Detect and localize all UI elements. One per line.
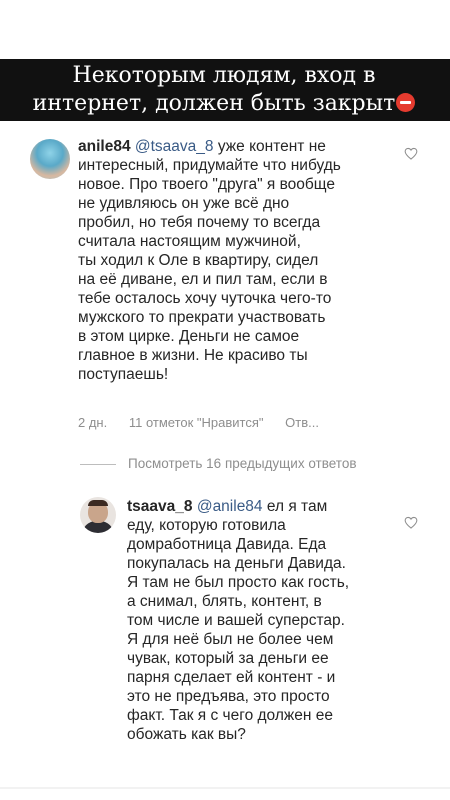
- comment-mention[interactable]: @anile84: [197, 498, 263, 515]
- title-banner: Некоторым людям, вход в интернет, должен…: [0, 59, 450, 175]
- banner-line-2: интернет, должен быть закрыт: [14, 90, 434, 118]
- comment-body: ел я там еду, которую готовила домработн…: [127, 498, 350, 743]
- avatar-hair: [88, 500, 108, 506]
- heart-icon[interactable]: [404, 147, 418, 160]
- stop-sign-icon: [396, 93, 416, 112]
- reply-button[interactable]: Отв...: [285, 415, 319, 430]
- likes-count[interactable]: 11 отметок "Нравится": [129, 415, 264, 430]
- avatar[interactable]: [80, 497, 116, 533]
- avatar[interactable]: [30, 139, 70, 179]
- banner-line-2-text: интернет, должен быть закрыт: [32, 91, 396, 116]
- comment-meta: 2 дн. 11 отметок "Нравится" Отв...: [78, 415, 337, 430]
- comment-mention[interactable]: @tsaava_8: [135, 138, 214, 155]
- bottom-divider: [0, 787, 450, 789]
- divider-line: [80, 463, 116, 465]
- banner-line-1: Некоторым людям, вход в: [72, 63, 376, 88]
- heart-icon[interactable]: [404, 516, 418, 529]
- comment-text: anile84 @tsaava_8 уже контент не интерес…: [78, 137, 408, 384]
- view-previous-label[interactable]: Посмотреть 16 предыдущих ответов: [128, 456, 357, 471]
- view-previous-replies-button[interactable]: Посмотреть 16 предыдущих ответов: [80, 456, 410, 474]
- comment-time: 2 дн.: [78, 415, 108, 430]
- comment-username[interactable]: tsaava_8: [127, 498, 193, 515]
- comment-body: уже контент не интересный, придумайте чт…: [78, 138, 341, 383]
- text-cursor: [446, 151, 449, 175]
- comment-text: tsaava_8 @anile84 ел я там еду, которую …: [127, 497, 397, 744]
- comment-username[interactable]: anile84: [78, 138, 131, 155]
- banner-title: Некоторым людям, вход в интернет, должен…: [14, 62, 434, 118]
